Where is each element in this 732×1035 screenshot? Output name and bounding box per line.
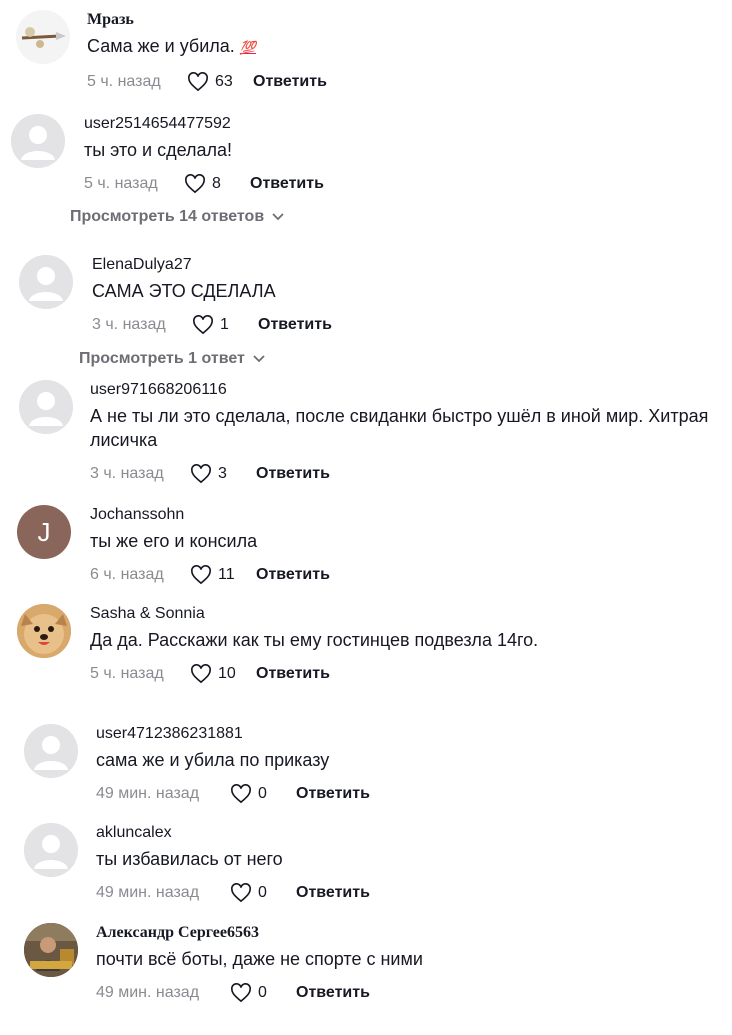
comment-timestamp: 49 мин. назад [96, 785, 200, 802]
comment-text: САМА ЭТО СДЕЛАЛА [92, 281, 276, 301]
default-user-icon [19, 255, 73, 309]
comment-username[interactable]: user2514654477592 [84, 114, 714, 134]
comment-meta: 5 ч. назад 10 Ответить [90, 662, 720, 686]
comment-meta: 49 мин. назад 0 Ответить [96, 881, 726, 905]
avatar[interactable] [16, 10, 70, 64]
like-button[interactable]: 63 [187, 72, 249, 92]
comment-username[interactable]: Sasha & Sonnia [90, 604, 720, 624]
avatar[interactable] [24, 724, 78, 778]
like-button[interactable]: 3 [190, 464, 252, 484]
comment-timestamp: 6 ч. назад [90, 566, 164, 583]
heart-icon [191, 664, 211, 684]
paint-brush-avatar-icon [16, 10, 70, 64]
comment-timestamp: 49 мин. назад [96, 884, 200, 901]
comment-username[interactable]: Александр Сергее6563 [96, 923, 726, 943]
like-count: 0 [258, 884, 267, 901]
avatar[interactable] [24, 923, 78, 977]
default-user-icon [24, 823, 78, 877]
heart-icon [188, 72, 208, 92]
like-count: 3 [218, 465, 227, 482]
heart-icon [191, 565, 211, 585]
heart-icon [231, 983, 251, 1003]
like-button[interactable]: 0 [230, 883, 292, 903]
heart-icon [231, 784, 251, 804]
like-count: 1 [220, 316, 229, 333]
comment-text: ты же его и консила [90, 531, 258, 551]
like-count: 8 [212, 175, 221, 192]
view-replies-label: Просмотреть 14 ответов [70, 208, 265, 225]
heart-icon [193, 315, 213, 335]
like-button[interactable]: 0 [230, 784, 292, 804]
default-user-icon [11, 114, 65, 168]
reply-button[interactable]: Ответить [258, 316, 332, 334]
like-count: 0 [258, 984, 267, 1001]
reply-button[interactable]: Ответить [296, 884, 370, 902]
comment-username[interactable]: ElenaDulya27 [92, 255, 722, 275]
comment-timestamp: 5 ч. назад [90, 665, 164, 682]
reply-button[interactable]: Ответить [256, 465, 330, 483]
comment-timestamp: 3 ч. назад [90, 465, 164, 482]
comment-username[interactable]: user971668206116 [90, 380, 720, 400]
comment-meta: 5 ч. назад 8 Ответить [84, 172, 714, 196]
comment-text: ты избавилась от него [96, 849, 283, 869]
reply-button[interactable]: Ответить [253, 73, 327, 91]
comment-text: А не ты ли это сделала, после свиданки б… [90, 406, 709, 450]
reply-button[interactable]: Ответить [256, 665, 330, 683]
comment-text-content: Сама же и убила. [87, 36, 235, 56]
reply-button[interactable]: Ответить [250, 175, 324, 193]
chevron-down-icon [253, 355, 265, 363]
default-user-icon [19, 380, 73, 434]
reply-button[interactable]: Ответить [296, 984, 370, 1002]
comment-timestamp: 3 ч. назад [92, 316, 166, 333]
comment-text: сама же и убила по приказу [96, 750, 330, 770]
avatar[interactable] [11, 114, 65, 168]
heart-icon [191, 464, 211, 484]
like-count: 10 [218, 665, 236, 682]
like-button[interactable]: 0 [230, 983, 292, 1003]
view-replies-button[interactable]: Просмотреть 14 ответов [70, 208, 284, 226]
comment-timestamp: 5 ч. назад [87, 73, 161, 90]
comment-meta: 3 ч. назад 1 Ответить [92, 313, 722, 337]
dog-photo-icon [17, 604, 71, 658]
comment-username[interactable]: Мразь [87, 10, 717, 30]
comment-username[interactable]: Jochanssohn [90, 505, 720, 525]
avatar-letter: J [37, 517, 51, 547]
hundred-points-emoji-icon: 💯 [239, 40, 256, 55]
like-count: 0 [258, 785, 267, 802]
comment-timestamp: 49 мин. назад [96, 984, 200, 1001]
comment-username[interactable]: akluncalex [96, 823, 726, 843]
avatar[interactable] [17, 604, 71, 658]
reply-button[interactable]: Ответить [296, 785, 370, 803]
view-replies-label: Просмотреть 1 ответ [79, 350, 245, 367]
comment-meta: 49 мин. назад 0 Ответить [96, 981, 726, 1005]
comment-text: Да да. Расскажи как ты ему гостинцев под… [90, 630, 539, 650]
avatar[interactable] [19, 380, 73, 434]
comment-meta: 49 мин. назад 0 Ответить [96, 782, 726, 806]
default-user-icon [24, 724, 78, 778]
avatar[interactable] [24, 823, 78, 877]
person-photo-icon [24, 923, 78, 977]
view-replies-button[interactable]: Просмотреть 1 ответ [79, 350, 265, 368]
heart-icon [231, 883, 251, 903]
comment-text: ты это и сделала! [84, 140, 233, 160]
like-button[interactable]: 10 [190, 664, 252, 684]
like-count: 11 [218, 566, 235, 583]
comment-meta: 3 ч. назад 3 Ответить [90, 462, 720, 486]
comment-meta: 6 ч. назад 11 Ответить [90, 563, 720, 587]
comment-meta: 5 ч. назад 63 Ответить [87, 70, 717, 94]
avatar[interactable]: J [17, 505, 71, 559]
reply-button[interactable]: Ответить [256, 566, 330, 584]
like-button[interactable]: 8 [184, 174, 246, 194]
comment-text: почти всё боты, даже не спорте с ними [96, 949, 423, 969]
like-button[interactable]: 1 [192, 315, 254, 335]
like-button[interactable]: 11 [190, 565, 252, 585]
like-count: 63 [215, 73, 233, 90]
comment-timestamp: 5 ч. назад [84, 175, 158, 192]
heart-icon [185, 174, 205, 194]
chevron-down-icon [272, 213, 284, 221]
avatar[interactable] [19, 255, 73, 309]
comment-text: Сама же и убила. 💯 [87, 34, 717, 60]
comment-username[interactable]: user4712386231881 [96, 724, 726, 744]
